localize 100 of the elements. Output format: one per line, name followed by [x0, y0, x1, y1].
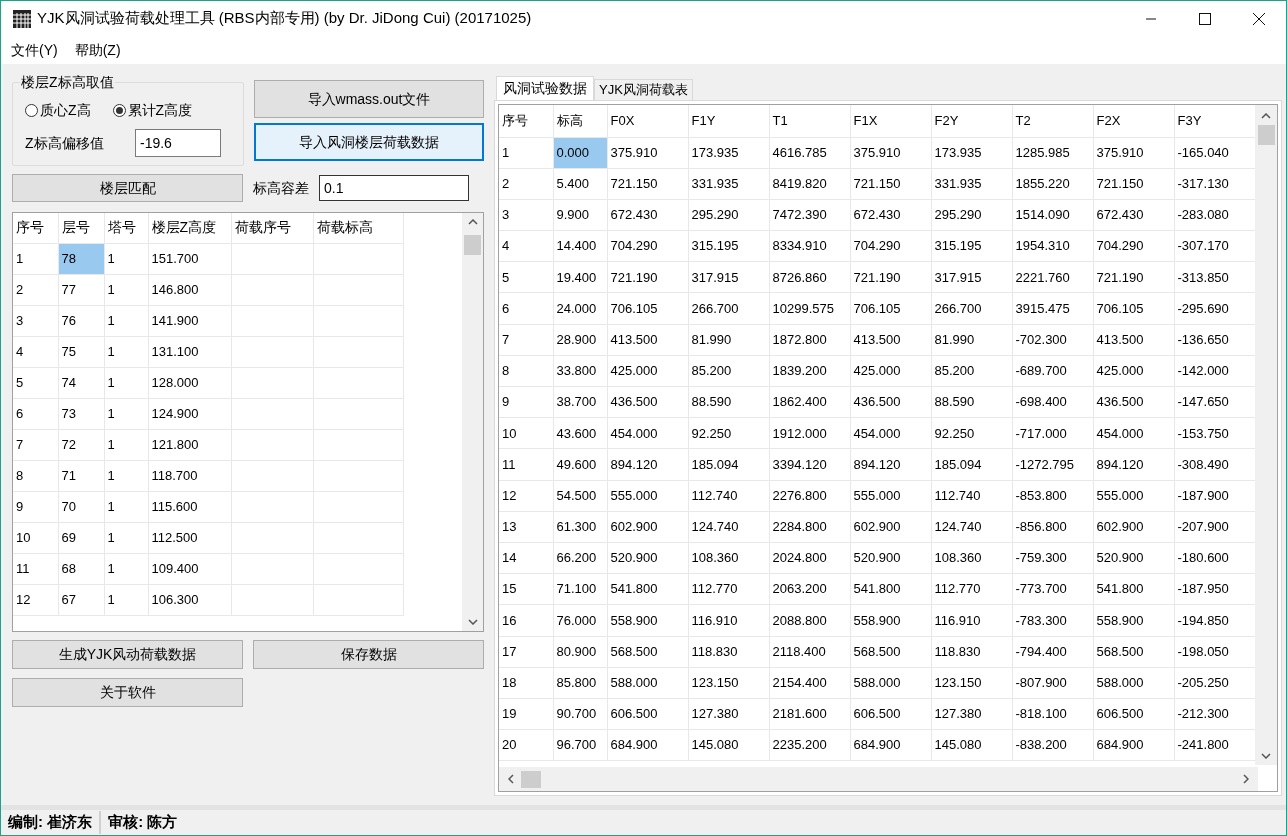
table-cell[interactable]: -313.850: [1174, 261, 1256, 293]
table-cell[interactable]: 704.290: [850, 230, 931, 262]
table-cell[interactable]: 123.150: [931, 667, 1012, 699]
table-cell[interactable]: 568.500: [607, 636, 688, 668]
table-cell[interactable]: 672.430: [607, 199, 688, 231]
table-cell[interactable]: 1839.200: [769, 355, 850, 387]
table-cell[interactable]: 606.500: [607, 698, 688, 730]
radio-label[interactable]: 累计Z高度: [127, 100, 193, 121]
table-cell[interactable]: 3: [499, 199, 553, 231]
table-cell[interactable]: -136.650: [1174, 324, 1256, 356]
table-cell[interactable]: 8: [13, 460, 58, 491]
import-button[interactable]: 导入wmass.out文件: [254, 80, 484, 118]
table-cell[interactable]: 375.910: [607, 137, 688, 169]
radio-button[interactable]: [112, 104, 126, 117]
table-cell[interactable]: 66.200: [553, 542, 607, 574]
table-cell[interactable]: 295.290: [688, 199, 769, 231]
tab[interactable]: 风洞试验数据: [496, 76, 594, 100]
table-cell[interactable]: 331.935: [931, 168, 1012, 200]
table-cell[interactable]: 173.935: [931, 137, 1012, 169]
table-cell[interactable]: 375.910: [1093, 137, 1174, 169]
table-cell[interactable]: 85.800: [553, 667, 607, 699]
table-cell[interactable]: 85.200: [931, 355, 1012, 387]
scroll-up-icon[interactable]: [467, 219, 478, 225]
column-header[interactable]: T1: [769, 105, 850, 137]
table-cell[interactable]: 706.105: [607, 292, 688, 325]
table-cell[interactable]: 173.935: [688, 137, 769, 169]
table-cell[interactable]: 24.000: [553, 292, 607, 325]
table-cell[interactable]: 8334.910: [769, 230, 850, 262]
table-cell[interactable]: 520.900: [607, 542, 688, 574]
table-cell[interactable]: 112.740: [688, 480, 769, 512]
table-cell[interactable]: 1: [13, 243, 58, 274]
table-cell[interactable]: 3915.475: [1012, 292, 1093, 325]
table-cell[interactable]: -807.900: [1012, 667, 1093, 699]
table-cell[interactable]: 2024.800: [769, 542, 850, 574]
table-cell[interactable]: 454.000: [1093, 417, 1174, 449]
table-cell[interactable]: 2181.600: [769, 698, 850, 730]
table-cell[interactable]: 721.190: [1093, 261, 1174, 293]
table-cell[interactable]: 116.910: [688, 604, 769, 636]
table-cell[interactable]: 8: [499, 355, 553, 387]
table-cell[interactable]: 454.000: [850, 417, 931, 449]
tolerance-input[interactable]: 0.1: [319, 175, 469, 201]
table-cell[interactable]: 894.120: [850, 448, 931, 481]
table-cell[interactable]: 315.195: [931, 230, 1012, 262]
table-cell[interactable]: 18: [499, 667, 553, 699]
table-cell[interactable]: 123.150: [688, 667, 769, 699]
table-cell[interactable]: 151.700: [148, 243, 231, 274]
table-cell[interactable]: 127.380: [931, 698, 1012, 730]
table-cell[interactable]: 12: [13, 584, 58, 615]
table-cell[interactable]: 1285.985: [1012, 137, 1093, 169]
table-cell[interactable]: 425.000: [607, 355, 688, 387]
column-header[interactable]: F1Y: [688, 105, 769, 137]
table-cell[interactable]: 116.910: [931, 604, 1012, 636]
table-cell[interactable]: 1862.400: [769, 386, 850, 418]
table-cell[interactable]: 602.900: [1093, 511, 1174, 543]
table-cell[interactable]: 541.800: [607, 573, 688, 605]
table-cell[interactable]: 5: [499, 261, 553, 293]
table-cell[interactable]: -702.300: [1012, 324, 1093, 356]
table-cell[interactable]: 4616.785: [769, 137, 850, 169]
horizontal-scrollbar[interactable]: [499, 767, 1258, 791]
table-cell[interactable]: 672.430: [1093, 199, 1174, 231]
table-cell[interactable]: 17: [499, 636, 553, 668]
table-cell[interactable]: 10299.575: [769, 292, 850, 325]
table-cell[interactable]: 118.830: [931, 636, 1012, 668]
table-cell[interactable]: 295.290: [931, 199, 1012, 231]
table-cell[interactable]: 266.700: [931, 292, 1012, 325]
table-cell[interactable]: 11: [499, 448, 553, 481]
table-cell[interactable]: 4: [499, 230, 553, 262]
table-cell[interactable]: 11: [13, 553, 58, 584]
table-cell[interactable]: 558.900: [1093, 604, 1174, 636]
column-header[interactable]: 荷载标高: [313, 213, 403, 243]
table-cell[interactable]: -187.900: [1174, 480, 1256, 512]
table-cell[interactable]: 146.800: [148, 274, 231, 305]
action-button[interactable]: 保存数据: [253, 640, 484, 669]
table-cell[interactable]: 10: [499, 417, 553, 449]
table-cell[interactable]: 2: [13, 274, 58, 305]
table-cell[interactable]: 7472.390: [769, 199, 850, 231]
table-cell[interactable]: -818.100: [1012, 698, 1093, 730]
table-cell[interactable]: -1272.795: [1012, 448, 1093, 481]
table-cell[interactable]: 558.900: [607, 604, 688, 636]
table-cell[interactable]: 20: [499, 729, 553, 761]
table-cell[interactable]: 520.900: [850, 542, 931, 574]
tab[interactable]: YJK风洞荷载表: [594, 79, 693, 100]
table-cell[interactable]: -295.690: [1174, 292, 1256, 325]
column-header[interactable]: 塔号: [104, 213, 148, 243]
table-cell[interactable]: 81.990: [688, 324, 769, 356]
table-cell[interactable]: 38.700: [553, 386, 607, 418]
table-cell[interactable]: -241.800: [1174, 729, 1256, 761]
table-cell[interactable]: -856.800: [1012, 511, 1093, 543]
table-cell[interactable]: 413.500: [607, 324, 688, 356]
vertical-scrollbar[interactable]: [462, 213, 483, 631]
table-cell[interactable]: 721.150: [607, 168, 688, 200]
table-cell[interactable]: 555.000: [1093, 480, 1174, 512]
scroll-up-icon[interactable]: [1261, 113, 1271, 119]
table-cell[interactable]: 413.500: [850, 324, 931, 356]
table-cell[interactable]: 145.080: [931, 729, 1012, 761]
column-header[interactable]: F2X: [1093, 105, 1174, 137]
table-cell[interactable]: 61.300: [553, 511, 607, 543]
table-cell[interactable]: 76.000: [553, 604, 607, 636]
table-cell[interactable]: 436.500: [1093, 386, 1174, 418]
table-cell[interactable]: 112.770: [931, 573, 1012, 605]
